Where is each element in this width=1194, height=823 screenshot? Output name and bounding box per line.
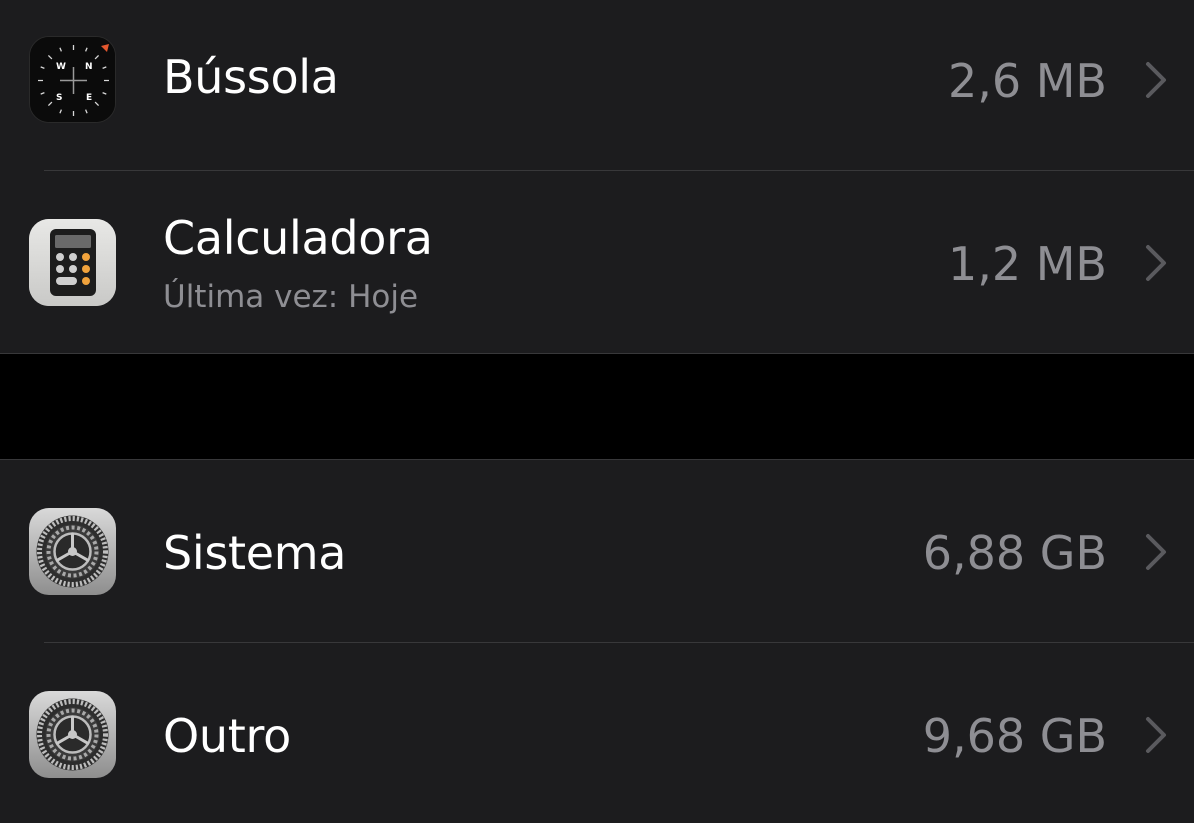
- settings-gear-icon: [29, 691, 116, 778]
- svg-text:N: N: [85, 62, 93, 72]
- app-row-bussola[interactable]: W N S E Bússola 2,6 MB: [0, 0, 1194, 170]
- svg-text:E: E: [86, 93, 92, 103]
- system-row-outro[interactable]: Outro 9,68 GB: [0, 643, 1194, 823]
- system-storage-section: Sistema 6,88 GB Outro 9,68 GB: [0, 459, 1194, 823]
- chevron-right-icon: [1146, 62, 1166, 98]
- app-size: 2,6 MB: [947, 54, 1107, 108]
- chevron-right-icon: [1146, 717, 1166, 753]
- app-size: 1,2 MB: [947, 237, 1107, 291]
- app-name: Bússola: [163, 50, 339, 104]
- system-item-size: 9,68 GB: [922, 709, 1107, 763]
- system-row-sistema[interactable]: Sistema 6,88 GB: [0, 460, 1194, 642]
- apps-storage-section: W N S E Bússola 2,6 MB Calculadora Últim…: [0, 0, 1194, 354]
- chevron-right-icon: [1146, 534, 1166, 570]
- svg-text:S: S: [56, 93, 62, 103]
- system-item-name: Outro: [163, 709, 291, 763]
- svg-text:W: W: [56, 62, 66, 72]
- app-row-calculadora[interactable]: Calculadora Última vez: Hoje 1,2 MB: [0, 171, 1194, 353]
- calculator-icon: [29, 219, 116, 306]
- chevron-right-icon: [1146, 245, 1166, 281]
- system-item-size: 6,88 GB: [922, 526, 1107, 580]
- compass-icon: W N S E: [29, 36, 116, 123]
- last-used-label: Última vez: Hoje: [163, 279, 419, 315]
- system-item-name: Sistema: [163, 526, 347, 580]
- settings-gear-icon: [29, 508, 116, 595]
- app-name: Calculadora: [163, 211, 433, 265]
